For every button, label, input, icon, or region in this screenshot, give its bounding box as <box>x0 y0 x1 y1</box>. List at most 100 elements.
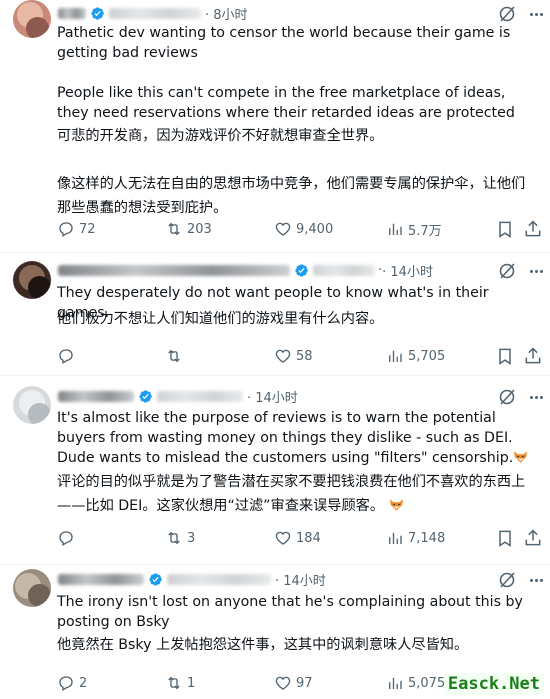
author-name[interactable] <box>58 7 86 19</box>
views-button[interactable]: 5,705 <box>386 346 445 366</box>
like-button[interactable]: 9,400 <box>274 219 333 239</box>
post-text-cn: 可悲的开发商，因为游戏评价不好就想审查全世界。 像这样的人无法在自由的思想市场中… <box>57 128 526 216</box>
post-actions: 72 203 9,400 5.7万 <box>57 219 542 239</box>
post-text-cn: 评论的目的似乎就是为了警告潜在买家不要把钱浪费在他们不喜欢的东西上——比如 DE… <box>57 470 539 518</box>
post-text-cn: 他们极力不想让人们知道他们的游戏里有什么内容。 <box>57 311 384 327</box>
author-name[interactable] <box>58 264 290 276</box>
reply-icon <box>59 531 73 546</box>
repost-icon <box>168 222 180 236</box>
repost-count: 203 <box>187 221 212 237</box>
post-text-en: The irony isn't lost on anyone that he's… <box>57 594 528 630</box>
post-text-en: Pathetic dev wanting to censor the world… <box>57 25 515 121</box>
post-text-cn: 他竟然在 Bsky 上发帖抱怨这件事，这其中的讽刺意味人尽皆知。 <box>57 637 469 653</box>
views-chart-icon <box>389 350 402 362</box>
repost-icon <box>168 531 180 545</box>
reply-count: 72 <box>79 221 96 237</box>
author-handle[interactable] <box>313 264 375 276</box>
heart-icon <box>275 349 291 363</box>
repost-button[interactable]: 1 <box>165 673 195 693</box>
view-count: 5,705 <box>408 348 446 364</box>
repost-button[interactable]: 3 <box>165 528 195 548</box>
bookmark-icon[interactable] <box>495 528 515 548</box>
reply-icon <box>59 349 73 364</box>
verified-badge-icon <box>91 6 104 20</box>
grok-icon[interactable] <box>497 387 517 407</box>
like-count: 58 <box>296 348 313 364</box>
post-1: · 8小时 Pathetic dev wanting to censor the… <box>0 0 550 252</box>
like-count: 184 <box>296 530 321 546</box>
reply-button[interactable]: 2 <box>57 673 87 693</box>
view-count: 7,148 <box>408 530 446 546</box>
author-name[interactable] <box>58 573 144 585</box>
repost-count: 3 <box>187 530 196 546</box>
author-handle[interactable] <box>157 390 243 402</box>
share-icon[interactable] <box>523 528 543 548</box>
view-count: 5,075 <box>408 675 446 691</box>
more-options-icon[interactable] <box>526 261 546 281</box>
avatar[interactable] <box>13 386 51 424</box>
post-text-en-content: It's almost like the purpose of reviews … <box>57 410 518 466</box>
bookmark-icon[interactable] <box>495 219 515 239</box>
more-options-icon[interactable] <box>526 4 546 24</box>
post-time[interactable]: · 14小时 <box>275 570 326 589</box>
avatar[interactable] <box>13 261 51 299</box>
fox-emoji-icon <box>389 499 404 511</box>
like-button[interactable]: 97 <box>274 673 313 693</box>
post-header: · · 14小时 <box>58 260 433 280</box>
heart-icon <box>275 531 291 545</box>
views-chart-icon <box>389 532 402 544</box>
heart-icon <box>275 222 291 236</box>
watermark: Easck.Net <box>443 673 544 695</box>
like-button[interactable]: 58 <box>274 346 313 366</box>
post-text-cn-content: 评论的目的似乎就是为了警告潜在买家不要把钱浪费在他们不喜欢的东西上——比如 DE… <box>57 474 526 514</box>
avatar[interactable] <box>13 0 51 38</box>
more-options-icon[interactable] <box>526 387 546 407</box>
repost-button[interactable] <box>165 346 187 366</box>
post-2: · · 14小时 They desperately do not want pe… <box>0 253 550 375</box>
share-icon[interactable] <box>523 219 543 239</box>
like-count: 9,400 <box>296 221 334 237</box>
like-button[interactable]: 184 <box>274 528 321 548</box>
like-count: 97 <box>296 675 313 691</box>
repost-icon <box>168 349 180 363</box>
reply-button[interactable] <box>57 528 79 548</box>
post-3: · 14小时 It's almost like the purpose of r… <box>0 376 550 564</box>
author-name[interactable] <box>58 390 134 402</box>
grok-icon[interactable] <box>497 4 517 24</box>
reply-button[interactable] <box>57 346 79 366</box>
post-header: · 8小时 <box>58 3 248 23</box>
verified-badge-icon <box>149 572 162 586</box>
view-count: 5.7万 <box>408 223 442 239</box>
more-options-icon[interactable] <box>526 570 546 590</box>
views-chart-icon <box>389 223 402 235</box>
repost-count: 1 <box>187 675 196 691</box>
heart-icon <box>275 676 291 690</box>
author-handle[interactable] <box>167 573 271 585</box>
reply-icon <box>59 676 73 691</box>
grok-icon[interactable] <box>497 261 517 281</box>
views-button[interactable]: 5,075 <box>386 673 445 693</box>
author-handle[interactable] <box>109 7 201 19</box>
repost-icon <box>168 676 180 690</box>
repost-button[interactable]: 203 <box>165 219 212 239</box>
bookmark-icon[interactable] <box>495 346 515 366</box>
post-header: · 14小时 <box>58 569 326 589</box>
reply-icon <box>59 222 73 237</box>
views-chart-icon <box>389 677 402 689</box>
post-time[interactable]: · 8小时 <box>205 4 248 23</box>
share-icon[interactable] <box>523 346 543 366</box>
verified-badge-icon <box>139 389 152 403</box>
reply-button[interactable]: 72 <box>57 219 96 239</box>
views-button[interactable]: 5.7万 <box>386 219 442 239</box>
post-time[interactable]: · 14小时 <box>382 261 433 280</box>
post-time[interactable]: · 14小时 <box>247 387 298 406</box>
fox-emoji-icon <box>514 451 528 463</box>
post-header: · 14小时 <box>58 386 298 406</box>
reply-count: 2 <box>79 675 88 691</box>
post-text-en: It's almost like the purpose of reviews … <box>57 408 539 468</box>
views-button[interactable]: 7,148 <box>386 528 445 548</box>
avatar[interactable] <box>13 569 51 607</box>
post-actions: 3 184 7,148 <box>57 528 542 548</box>
post-actions: 58 5,705 <box>57 346 542 366</box>
grok-icon[interactable] <box>497 570 517 590</box>
